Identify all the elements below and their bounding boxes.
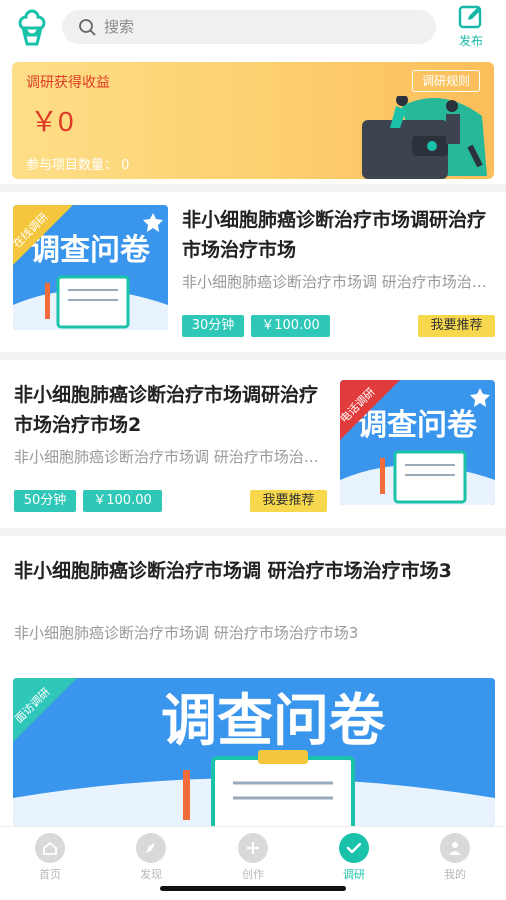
survey-subtitle: 非小细胞肺癌诊断治疗市场调 研治疗市场治疗市场3 (14, 624, 359, 642)
survey-rules-button[interactable]: 调研规则 (412, 70, 480, 92)
home-icon (35, 833, 65, 863)
app-logo-icon (12, 8, 52, 48)
check-icon (339, 833, 369, 863)
nav-tab-profile[interactable]: 我的 (425, 833, 485, 882)
survey-subtitle: 非小细胞肺癌诊断治疗市场调 研治疗市场治疗市场2 (14, 448, 326, 466)
survey-title: 非小细胞肺癌诊断治疗市场调 研治疗市场治疗市场3 (14, 560, 452, 582)
survey-banner-image: 调查问卷 面访调研 (13, 678, 495, 826)
home-indicator (160, 886, 346, 891)
section-divider (0, 528, 506, 536)
reward-tag: ￥100.00 (83, 490, 162, 512)
nav-tab-label: 首页 (39, 868, 61, 881)
section-divider (0, 184, 506, 192)
survey-thumbnail: 调查问卷 电话调研 (340, 380, 495, 505)
nav-tab-home[interactable]: 首页 (20, 833, 80, 882)
publish-button[interactable]: 发布 (448, 4, 494, 50)
recommend-button[interactable]: 我要推荐 (418, 315, 495, 337)
nav-tab-discover[interactable]: 发现 (121, 833, 181, 882)
user-icon (440, 833, 470, 863)
nav-tab-label: 创作 (242, 868, 264, 881)
reward-tag: ￥100.00 (251, 315, 330, 337)
duration-tag: 50分钟 (14, 490, 76, 512)
plus-icon (238, 833, 268, 863)
publish-label: 发布 (458, 34, 483, 48)
search-bar[interactable] (62, 10, 436, 44)
earnings-title: 调研获得收益 (26, 75, 110, 91)
compass-icon (136, 833, 166, 863)
banner-text: 调查问卷 (161, 689, 386, 754)
nav-tab-label: 我的 (444, 868, 466, 881)
banner-text: 调查问卷 (357, 408, 478, 443)
survey-thumbnail: 调查问卷 在线调研 (13, 205, 168, 330)
survey-subtitle: 非小细胞肺癌诊断治疗市场调 研治疗市场治疗市场 (182, 273, 494, 291)
banner-text: 调查问卷 (30, 233, 151, 268)
edit-icon (458, 5, 482, 29)
nav-tab-label: 调研 (343, 868, 365, 881)
project-count-label: 参与项目数量： (26, 158, 118, 173)
nav-tab-create[interactable]: 创作 (223, 833, 283, 882)
earnings-card: 调研获得收益 ￥0 参与项目数量： 0 调研规则 (12, 62, 494, 179)
search-icon (79, 19, 96, 36)
top-bar: 发布 (0, 0, 506, 58)
survey-title: 非小细胞肺癌诊断治疗市场调研治疗市场治疗市场2 (14, 384, 319, 436)
wallet-illustration (362, 96, 487, 179)
project-count: 参与项目数量： 0 (26, 154, 129, 173)
nav-tab-survey[interactable]: 调研 (324, 833, 384, 882)
survey-title: 非小细胞肺癌诊断治疗市场调研治疗市场治疗市场 (182, 209, 487, 261)
earnings-amount: ￥0 (30, 106, 74, 137)
project-count-value: 0 (121, 158, 130, 173)
recommend-button[interactable]: 我要推荐 (250, 490, 327, 512)
nav-tab-label: 发现 (140, 868, 162, 881)
section-divider (0, 352, 506, 360)
search-input[interactable] (104, 10, 414, 44)
duration-tag: 30分钟 (182, 315, 244, 337)
